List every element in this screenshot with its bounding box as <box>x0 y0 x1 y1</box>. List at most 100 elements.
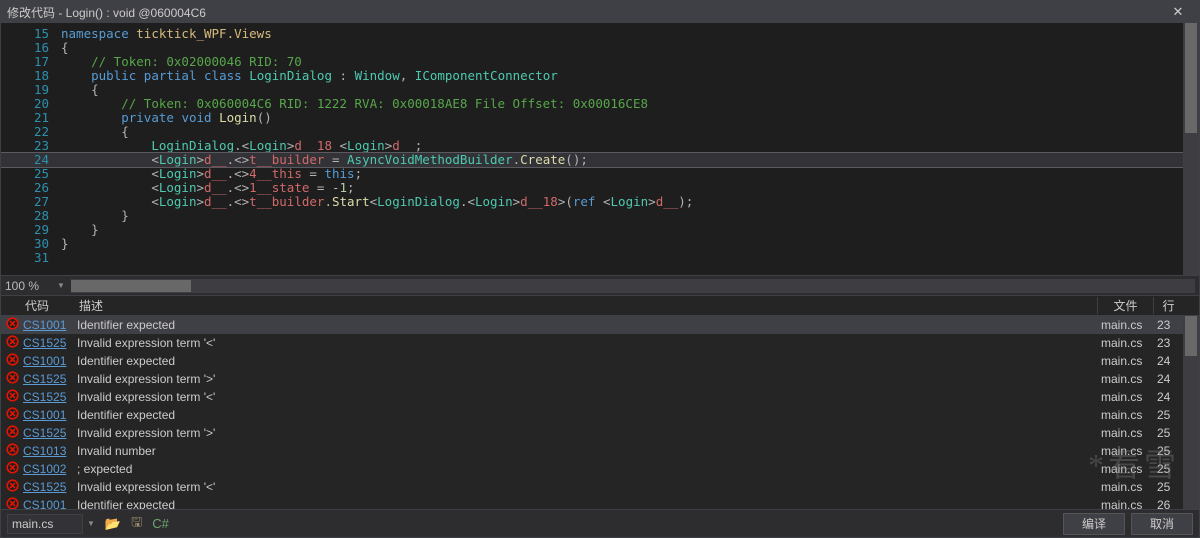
code-line[interactable]: 16{ <box>1 41 1183 55</box>
error-file: main.cs <box>1097 498 1153 509</box>
error-row[interactable]: CS1001Identifier expectedmain.cs26 <box>1 496 1183 509</box>
code-text[interactable]: private void Login() <box>61 111 272 125</box>
error-file: main.cs <box>1097 462 1153 476</box>
code-text[interactable]: <Login>d__.<>4__this = this; <box>61 167 362 181</box>
error-code-link[interactable]: CS1001 <box>23 354 77 368</box>
code-text[interactable]: { <box>61 41 69 55</box>
error-desc: Invalid expression term '<' <box>77 390 1097 404</box>
error-code-link[interactable]: CS1001 <box>23 408 77 422</box>
error-line: 25 <box>1153 426 1183 440</box>
error-code-link[interactable]: CS1525 <box>23 480 77 494</box>
code-line[interactable]: 15namespace ticktick_WPF.Views <box>1 27 1183 41</box>
code-text[interactable]: <Login>d__.<>1__state = -1; <box>61 181 355 195</box>
error-code-link[interactable]: CS1001 <box>23 318 77 332</box>
error-row[interactable]: CS1001Identifier expectedmain.cs25 <box>1 406 1183 424</box>
error-icon <box>1 461 23 477</box>
zoom-level[interactable]: 100 % <box>5 279 55 293</box>
error-desc: Identifier expected <box>77 498 1097 509</box>
line-number: 29 <box>1 223 61 237</box>
code-line[interactable]: 26 <Login>d__.<>1__state = -1; <box>1 181 1183 195</box>
error-row[interactable]: CS1525Invalid expression term '<'main.cs… <box>1 334 1183 352</box>
error-icon <box>1 407 23 423</box>
code-text[interactable]: // Token: 0x060004C6 RID: 1222 RVA: 0x00… <box>61 97 648 111</box>
code-text[interactable]: } <box>61 223 99 237</box>
col-file[interactable]: 文件 <box>1097 297 1153 314</box>
error-desc: Identifier expected <box>77 408 1097 422</box>
code-text[interactable]: // Token: 0x02000046 RID: 70 <box>61 55 302 69</box>
chevron-down-icon[interactable]: ▼ <box>57 281 65 290</box>
line-number: 31 <box>1 251 61 265</box>
error-icon <box>1 335 23 351</box>
code-vertical-scrollbar[interactable] <box>1183 23 1199 275</box>
code-line[interactable]: 28 } <box>1 209 1183 223</box>
save-icon[interactable]: 🖫 <box>131 513 142 535</box>
error-code-link[interactable]: CS1002 <box>23 462 77 476</box>
code-text[interactable]: <Login>d__.<>t__builder.Start<LoginDialo… <box>61 195 693 209</box>
error-line: 24 <box>1153 354 1183 368</box>
code-line[interactable]: 29 } <box>1 223 1183 237</box>
error-desc: Invalid expression term '<' <box>77 480 1097 494</box>
code-horizontal-scrollbar[interactable] <box>71 279 1195 293</box>
chevron-down-icon[interactable]: ▼ <box>87 519 95 528</box>
code-line[interactable]: 21 private void Login() <box>1 111 1183 125</box>
code-line[interactable]: 25 <Login>d__.<>4__this = this; <box>1 167 1183 181</box>
csharp-icon[interactable]: C# <box>152 516 169 531</box>
error-file: main.cs <box>1097 480 1153 494</box>
code-text[interactable]: { <box>61 125 129 139</box>
error-icon <box>1 389 23 405</box>
compile-button[interactable]: 编译 <box>1063 513 1125 535</box>
code-line[interactable]: 27 <Login>d__.<>t__builder.Start<LoginDi… <box>1 195 1183 209</box>
code-line[interactable]: 19 { <box>1 83 1183 97</box>
error-desc: Identifier expected <box>77 354 1097 368</box>
error-code-link[interactable]: CS1525 <box>23 390 77 404</box>
code-text[interactable]: <Login>d__.<>t__builder = AsyncVoidMetho… <box>61 153 588 167</box>
title-bar: 修改代码 - Login() : void @060004C6 ✕ <box>1 1 1199 23</box>
error-row[interactable]: CS1525Invalid expression term '<'main.cs… <box>1 388 1183 406</box>
error-code-link[interactable]: CS1525 <box>23 372 77 386</box>
error-row[interactable]: CS1001Identifier expectedmain.cs23 <box>1 316 1183 334</box>
error-row[interactable]: CS1525Invalid expression term '<'main.cs… <box>1 478 1183 496</box>
error-desc: Invalid expression term '>' <box>77 372 1097 386</box>
error-code-link[interactable]: CS1525 <box>23 336 77 350</box>
error-file: main.cs <box>1097 318 1153 332</box>
code-line[interactable]: 30} <box>1 237 1183 251</box>
error-code-link[interactable]: CS1013 <box>23 444 77 458</box>
error-icon <box>1 353 23 369</box>
code-line[interactable]: 24 <Login>d__.<>t__builder = AsyncVoidMe… <box>1 153 1183 167</box>
code-editor[interactable]: 15namespace ticktick_WPF.Views16{17 // T… <box>1 23 1199 275</box>
cancel-button[interactable]: 取消 <box>1131 513 1193 535</box>
line-number: 23 <box>1 139 61 153</box>
close-icon[interactable]: ✕ <box>1163 4 1193 20</box>
error-row[interactable]: CS1525Invalid expression term '>'main.cs… <box>1 424 1183 442</box>
code-line[interactable]: 31 <box>1 251 1183 265</box>
col-line[interactable]: 行 <box>1153 297 1183 314</box>
filename-dropdown[interactable]: main.cs <box>7 514 83 534</box>
error-row[interactable]: CS1013Invalid numbermain.cs25 <box>1 442 1183 460</box>
code-text[interactable]: { <box>61 83 99 97</box>
code-line[interactable]: 17 // Token: 0x02000046 RID: 70 <box>1 55 1183 69</box>
error-code-link[interactable]: CS1001 <box>23 498 77 509</box>
code-text[interactable]: namespace ticktick_WPF.Views <box>61 27 272 41</box>
error-row[interactable]: CS1001Identifier expectedmain.cs24 <box>1 352 1183 370</box>
code-text[interactable]: } <box>61 209 129 223</box>
code-text[interactable]: LoginDialog.<Login>d__18 <Login>d__; <box>61 139 422 153</box>
footer-bar: main.cs ▼ 📂 🖫 C# 编译 取消 <box>1 509 1199 537</box>
line-number: 27 <box>1 195 61 209</box>
col-code[interactable]: 代码 <box>23 297 77 314</box>
error-line: 23 <box>1153 336 1183 350</box>
error-row[interactable]: CS1525Invalid expression term '>'main.cs… <box>1 370 1183 388</box>
code-line[interactable]: 18 public partial class LoginDialog : Wi… <box>1 69 1183 83</box>
code-text[interactable]: public partial class LoginDialog : Windo… <box>61 69 558 83</box>
code-text[interactable]: } <box>61 237 69 251</box>
line-number: 19 <box>1 83 61 97</box>
code-line[interactable]: 20 // Token: 0x060004C6 RID: 1222 RVA: 0… <box>1 97 1183 111</box>
error-vertical-scrollbar[interactable] <box>1183 316 1199 509</box>
code-line[interactable]: 23 LoginDialog.<Login>d__18 <Login>d__; <box>1 139 1183 153</box>
open-folder-icon[interactable]: 📂 <box>105 516 121 532</box>
col-desc[interactable]: 描述 <box>77 297 1097 314</box>
error-desc: Identifier expected <box>77 318 1097 332</box>
error-row[interactable]: CS1002; expectedmain.cs25 <box>1 460 1183 478</box>
error-icon <box>1 317 23 333</box>
error-code-link[interactable]: CS1525 <box>23 426 77 440</box>
code-line[interactable]: 22 { <box>1 125 1183 139</box>
